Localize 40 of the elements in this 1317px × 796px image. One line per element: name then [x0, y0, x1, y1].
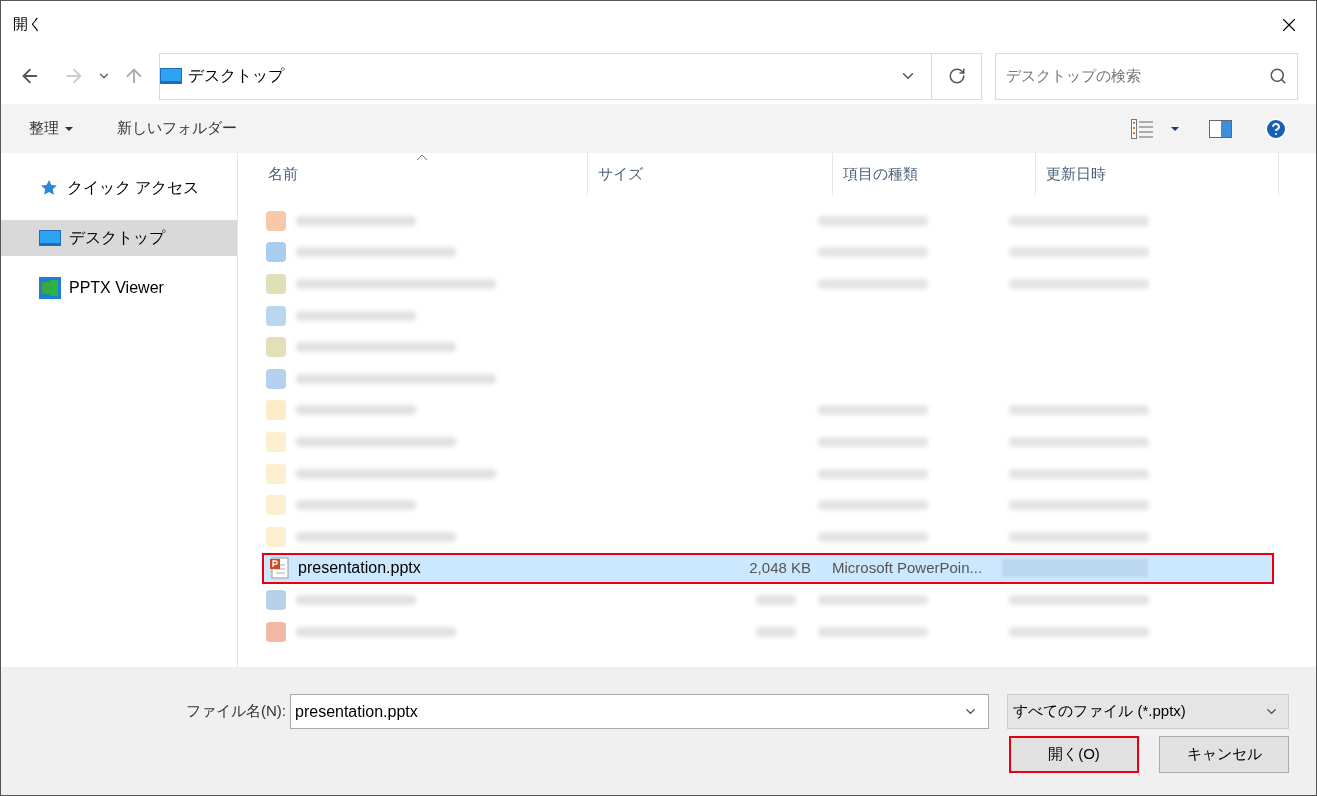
file-name: presentation.pptx [298, 558, 422, 579]
search-icon [1269, 67, 1287, 85]
view-options-icon[interactable] [1131, 118, 1153, 139]
desktop-icon [159, 68, 182, 84]
desktop-icon [39, 230, 61, 246]
file-name-field[interactable]: presentation.pptx [290, 694, 990, 729]
organize-button[interactable]: 整理 [29, 117, 73, 140]
app-icon [39, 277, 61, 299]
address-location: デスクトップ [187, 66, 286, 86]
file-type-dropdown[interactable]: すべてのファイル (*.pptx) [1007, 694, 1289, 729]
file-type-filter: すべてのファイル (*.pptx) [1013, 701, 1187, 722]
window-title: 開く [13, 14, 43, 35]
sidebar-item[interactable]: クイック アクセス [1, 170, 237, 206]
dialog-button[interactable]: 開く(O) [1009, 736, 1139, 773]
help-icon[interactable] [1264, 116, 1288, 141]
caret-icon [65, 126, 73, 131]
dialog-button[interactable]: キャンセル [1159, 736, 1289, 773]
column-header[interactable]: 項目の種類 [833, 153, 1036, 195]
address-bar[interactable]: デスクトップ [158, 52, 983, 100]
sidebar-label: PPTX Viewer [69, 278, 164, 298]
preview-pane-icon[interactable] [1209, 119, 1232, 138]
sidebar-label: デスクトップ [69, 228, 165, 248]
new-folder-button[interactable]: 新しいフォルダー [117, 117, 237, 140]
sidebar-label: クイック アクセス [67, 178, 200, 198]
sidebar-item[interactable]: PPTX Viewer [1, 270, 237, 306]
file-name-input[interactable]: presentation.pptx [295, 699, 964, 724]
file-row[interactable]: presentation.pptx 2,048 KB Microsoft PowerPoin... [262, 552, 1274, 585]
file-type: Microsoft PowerPoin... [832, 558, 983, 579]
sort-ascending-icon [416, 154, 428, 161]
column-header[interactable]: 更新日時 [1036, 153, 1279, 195]
search-field[interactable]: デスクトップの検索 [995, 52, 1298, 100]
column-header[interactable]: サイズ [588, 153, 833, 195]
file-size: 2,048 KB [748, 558, 811, 579]
file-name-label: ファイル名(N): [186, 701, 286, 722]
sidebar-item[interactable]: デスクトップ [1, 220, 237, 256]
search-input[interactable]: デスクトップの検索 [1006, 64, 1269, 88]
column-header[interactable]: 名前 [238, 153, 588, 195]
presentation-file-icon [269, 557, 289, 580]
caret-icon[interactable] [1171, 126, 1179, 131]
refresh-icon[interactable] [947, 67, 966, 85]
